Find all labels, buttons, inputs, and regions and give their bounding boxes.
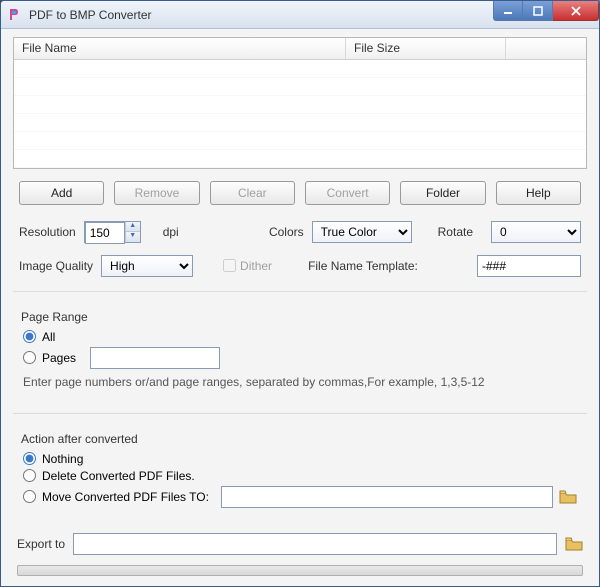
- radio-nothing-label: Nothing: [42, 452, 83, 466]
- quality-select[interactable]: High: [101, 255, 193, 277]
- radio-nothing[interactable]: Nothing: [23, 452, 577, 466]
- browse-export-folder-icon[interactable]: [565, 536, 583, 552]
- export-row: Export to: [17, 533, 583, 555]
- divider-1: [13, 291, 587, 292]
- radio-move[interactable]: Move Converted PDF Files TO:: [23, 490, 209, 504]
- colors-select[interactable]: True Color: [312, 221, 412, 243]
- dither-checkbox[interactable]: Dither: [223, 259, 272, 273]
- button-row: Add Remove Clear Convert Folder Help: [19, 181, 581, 205]
- folder-button[interactable]: Folder: [400, 181, 485, 205]
- radio-delete-input[interactable]: [23, 469, 36, 482]
- radio-all-input[interactable]: [23, 330, 36, 343]
- dither-label: Dither: [240, 259, 272, 273]
- template-label: File Name Template:: [308, 259, 418, 273]
- export-label: Export to: [17, 537, 65, 551]
- col-filename[interactable]: File Name: [14, 38, 346, 59]
- clear-button[interactable]: Clear: [210, 181, 295, 205]
- settings-row-2: Image Quality High Dither File Name Temp…: [19, 255, 581, 277]
- radio-pages-row: Pages: [23, 347, 577, 369]
- radio-all[interactable]: All: [23, 330, 577, 344]
- radio-move-input[interactable]: [23, 490, 36, 503]
- settings-row-1: Resolution ▲ ▼ dpi Colors True Color Rot…: [19, 221, 581, 243]
- radio-pages-label: Pages: [42, 351, 76, 365]
- resolution-label: Resolution: [19, 225, 76, 239]
- file-table[interactable]: File Name File Size: [13, 37, 587, 169]
- rotate-label: Rotate: [438, 225, 473, 239]
- add-button[interactable]: Add: [19, 181, 104, 205]
- app-window: PDF to BMP Converter File Name File Size…: [0, 0, 600, 587]
- spinner-up-icon[interactable]: ▲: [126, 222, 140, 232]
- page-range-title: Page Range: [21, 310, 579, 324]
- export-input[interactable]: [73, 533, 557, 555]
- minimize-button[interactable]: [493, 1, 523, 21]
- radio-pages-input[interactable]: [23, 351, 36, 364]
- col-spacer: [506, 38, 586, 59]
- radio-all-label: All: [42, 330, 55, 344]
- app-icon: [7, 7, 23, 23]
- remove-button[interactable]: Remove: [114, 181, 199, 205]
- page-range-hint: Enter page numbers or/and page ranges, s…: [23, 375, 577, 389]
- browse-move-folder-icon[interactable]: [559, 489, 577, 505]
- colors-label: Colors: [269, 225, 304, 239]
- radio-move-row: Move Converted PDF Files TO:: [23, 486, 577, 508]
- move-path-input[interactable]: [221, 486, 553, 508]
- radio-move-label: Move Converted PDF Files TO:: [42, 490, 209, 504]
- radio-delete[interactable]: Delete Converted PDF Files.: [23, 469, 577, 483]
- maximize-button[interactable]: [523, 1, 553, 21]
- template-input[interactable]: [477, 255, 581, 277]
- resolution-input[interactable]: [85, 222, 125, 244]
- spinner-down-icon[interactable]: ▼: [126, 232, 140, 242]
- divider-2: [13, 413, 587, 414]
- action-title: Action after converted: [21, 432, 579, 446]
- radio-delete-label: Delete Converted PDF Files.: [42, 469, 195, 483]
- dpi-label: dpi: [163, 225, 179, 239]
- dither-input[interactable]: [223, 259, 236, 272]
- client-area: File Name File Size Add Remove Clear Con…: [1, 29, 599, 586]
- quality-label: Image Quality: [19, 259, 93, 273]
- rotate-select[interactable]: 0: [491, 221, 581, 243]
- window-controls: [493, 1, 599, 21]
- resolution-spinner[interactable]: ▲ ▼: [84, 221, 141, 243]
- progress-bar: [17, 565, 583, 576]
- table-body[interactable]: [14, 60, 586, 168]
- titlebar[interactable]: PDF to BMP Converter: [1, 1, 599, 29]
- pages-input[interactable]: [90, 347, 220, 369]
- radio-nothing-input[interactable]: [23, 452, 36, 465]
- help-button[interactable]: Help: [496, 181, 581, 205]
- col-filesize[interactable]: File Size: [346, 38, 506, 59]
- radio-pages[interactable]: Pages: [23, 351, 76, 365]
- convert-button[interactable]: Convert: [305, 181, 390, 205]
- page-range-group: Page Range All Pages Enter page numbers …: [17, 306, 583, 399]
- close-button[interactable]: [553, 1, 599, 21]
- action-group: Action after converted Nothing Delete Co…: [17, 428, 583, 519]
- window-title: PDF to BMP Converter: [29, 8, 151, 22]
- table-header: File Name File Size: [14, 38, 586, 60]
